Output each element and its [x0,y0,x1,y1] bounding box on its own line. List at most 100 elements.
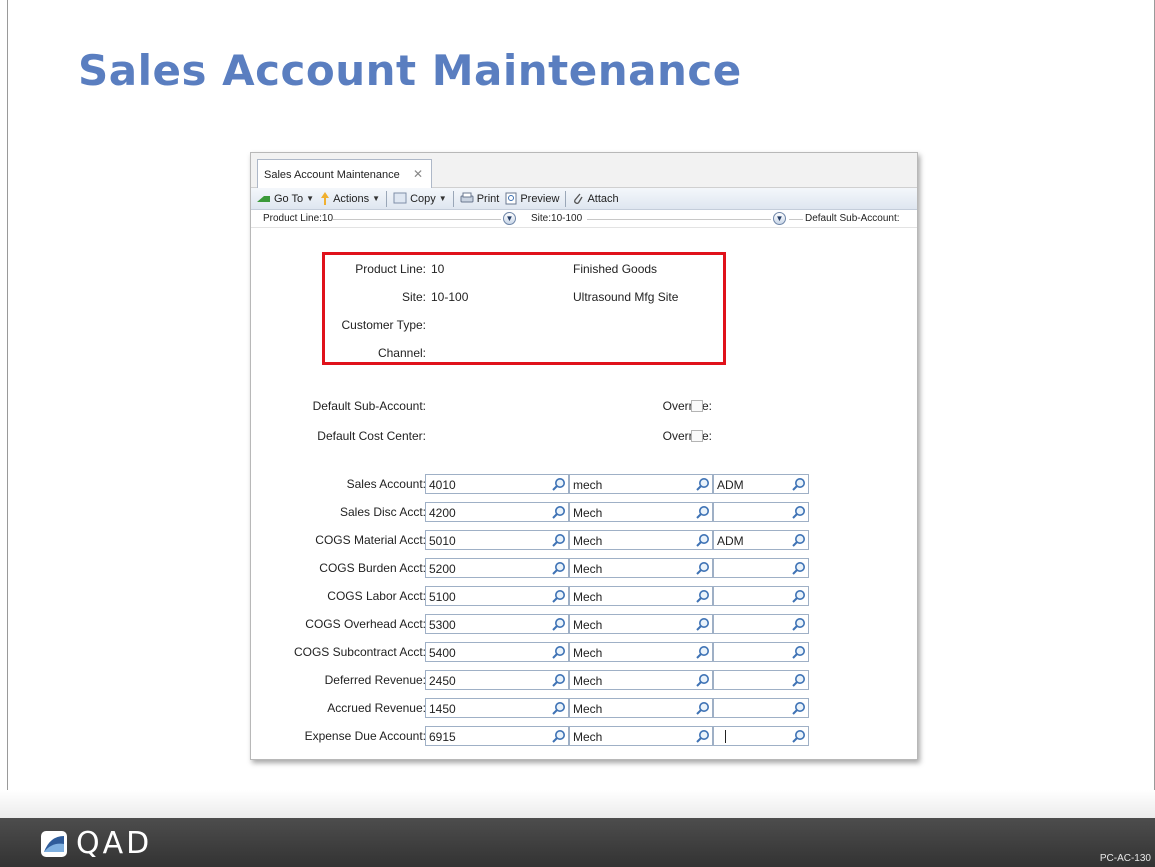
slide-title: Sales Account Maintenance [78,46,742,95]
cost-center-field[interactable] [713,642,809,662]
lookup-search-icon[interactable] [791,673,806,688]
account-field[interactable]: 6915 [425,726,569,746]
account-field[interactable]: 1450 [425,698,569,718]
lookup-search-icon[interactable] [791,477,806,492]
customer-type-label: Customer Type: [341,318,426,332]
sub-account-field[interactable]: Mech [569,698,713,718]
lookup-search-icon[interactable] [695,561,710,576]
override-sub-account-checkbox[interactable] [691,400,703,412]
sub-account-field[interactable]: Mech [569,558,713,578]
tab-sales-account-maintenance[interactable]: Sales Account Maintenance ✕ [257,159,432,189]
print-button[interactable]: Print [460,192,499,205]
cost-center-field-value: ADM [717,478,744,492]
account-field[interactable]: 5200 [425,558,569,578]
account-row-label: COGS Material Acct: [315,533,426,547]
sub-account-field[interactable]: Mech [569,670,713,690]
sub-account-field[interactable]: Mech [569,530,713,550]
lookup-search-icon[interactable] [551,701,566,716]
paperclip-icon [574,193,583,204]
actions-icon [321,192,330,205]
lookup-search-icon[interactable] [791,701,806,716]
lookup-search-icon[interactable] [551,505,566,520]
account-field[interactable]: 4200 [425,502,569,522]
account-row-label: COGS Overhead Acct: [305,617,426,631]
lookup-search-icon[interactable] [695,729,710,744]
cost-center-field[interactable] [713,614,809,634]
sub-account-field[interactable]: Mech [569,586,713,606]
nav-default-sub-account[interactable]: Default Sub-Account: [805,213,900,224]
account-row-label: COGS Labor Acct: [327,589,426,603]
chevron-down-icon[interactable]: ▼ [773,212,786,225]
lookup-search-icon[interactable] [695,477,710,492]
account-field[interactable]: 5300 [425,614,569,634]
lookup-search-icon[interactable] [551,561,566,576]
toolbar: Go To ▼ Actions ▼ Copy ▼ Print Preview A… [251,188,917,210]
lookup-search-icon[interactable] [551,729,566,744]
sub-account-field-value: Mech [573,590,603,604]
lookup-search-icon[interactable] [791,617,806,632]
nav-product-line[interactable]: Product Line:10 [263,213,334,224]
lookup-search-icon[interactable] [551,533,566,548]
lookup-search-icon[interactable] [551,589,566,604]
slide-code: PC-AC-130 [1099,853,1151,864]
lookup-search-icon[interactable] [551,645,566,660]
account-field[interactable]: 5010 [425,530,569,550]
preview-button[interactable]: Preview [505,192,559,205]
account-field[interactable]: 4010 [425,474,569,494]
lookup-search-icon[interactable] [695,505,710,520]
lookup-search-icon[interactable] [695,673,710,688]
sub-account-field[interactable]: Mech [569,726,713,746]
lookup-search-icon[interactable] [551,673,566,688]
lookup-search-icon[interactable] [695,589,710,604]
cost-center-field[interactable]: ADM [713,474,809,494]
attach-button[interactable]: Attach [572,192,619,205]
close-icon[interactable]: ✕ [413,167,423,181]
text-cursor [725,730,726,743]
sub-account-field-value: Mech [573,702,603,716]
attach-label: Attach [587,192,619,205]
sub-account-field[interactable]: Mech [569,502,713,522]
account-field[interactable]: 5400 [425,642,569,662]
lookup-search-icon[interactable] [551,477,566,492]
navigation-row: Product Line:10 ▼ Site:10-100 ▼ Default … [251,210,917,228]
cost-center-field[interactable] [713,586,809,606]
cost-center-field[interactable] [713,502,809,522]
account-field[interactable]: 2450 [425,670,569,690]
copy-button[interactable]: Copy ▼ [393,192,447,205]
sub-account-field-value: mech [573,478,603,492]
lookup-search-icon[interactable] [551,617,566,632]
toolbar-separator [452,190,454,207]
account-field-value: 5100 [429,590,456,604]
cost-center-field[interactable] [713,558,809,578]
lookup-search-icon[interactable] [791,729,806,744]
override-cost-center-checkbox[interactable] [691,430,703,442]
lookup-search-icon[interactable] [695,645,710,660]
actions-button[interactable]: Actions ▼ [320,192,380,205]
cost-center-field[interactable] [713,726,809,746]
lookup-search-icon[interactable] [791,533,806,548]
sub-account-field[interactable]: mech [569,474,713,494]
lookup-search-icon[interactable] [791,645,806,660]
cost-center-field[interactable] [713,670,809,690]
qad-logo-icon [40,830,68,858]
app-window: Sales Account Maintenance ✕ Go To ▼ Acti… [250,152,918,760]
toolbar-separator [386,190,388,207]
lookup-search-icon[interactable] [695,533,710,548]
lookup-search-icon[interactable] [695,701,710,716]
cost-center-field[interactable] [713,698,809,718]
copy-label: Copy [410,192,436,205]
account-field[interactable]: 5100 [425,586,569,606]
goto-button[interactable]: Go To ▼ [257,193,314,205]
toolbar-separator [565,190,567,207]
lookup-search-icon[interactable] [791,589,806,604]
chevron-down-icon[interactable]: ▼ [503,212,516,225]
cost-center-field[interactable]: ADM [713,530,809,550]
lookup-search-icon[interactable] [791,505,806,520]
sub-account-field[interactable]: Mech [569,642,713,662]
lookup-search-icon[interactable] [791,561,806,576]
tab-strip: Sales Account Maintenance ✕ [251,153,917,189]
nav-site[interactable]: Site:10-100 [531,213,583,224]
lookup-search-icon[interactable] [695,617,710,632]
nav-divider [587,219,771,220]
sub-account-field[interactable]: Mech [569,614,713,634]
